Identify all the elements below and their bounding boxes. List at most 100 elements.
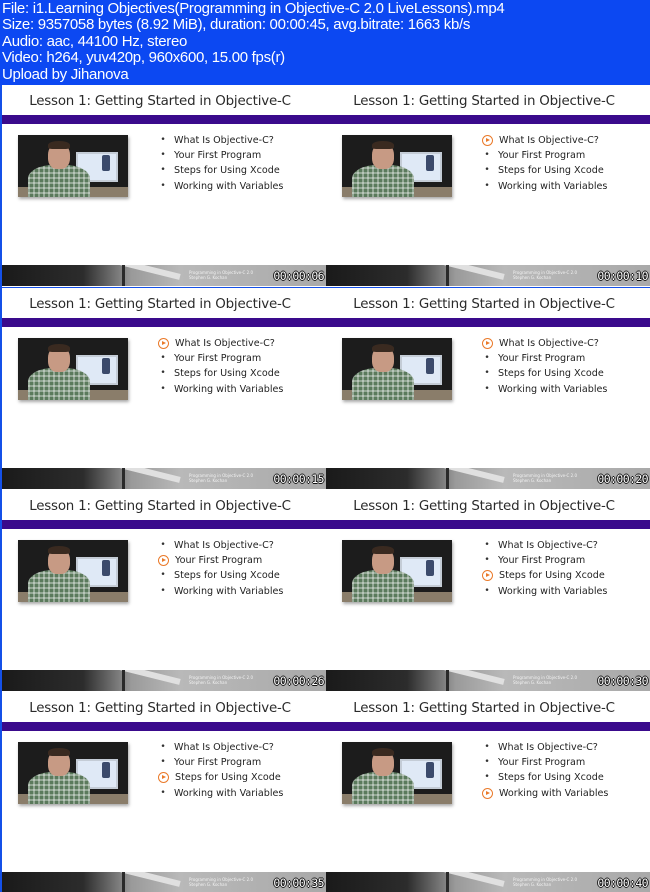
objective-item: • What Is Objective-C? — [157, 740, 283, 755]
slide-footer-strip: Programming in Objective-C 2.0 Stephen G… — [326, 670, 650, 691]
presenter-body — [28, 165, 90, 197]
presenter-hair — [48, 344, 70, 352]
objectives-list: What Is Objective-C? • Your First Program… — [157, 336, 283, 397]
objective-label: Working with Variables — [174, 180, 284, 192]
video-frame-00-00-10[interactable]: Lesson 1: Getting Started in Objective-C… — [326, 85, 650, 287]
objective-label: What Is Objective-C? — [174, 540, 274, 551]
bullet-icon: • — [160, 150, 166, 161]
phone-image — [426, 358, 434, 374]
footer-decor-beam — [367, 670, 505, 685]
footer-author: Stephen G. Kochan — [189, 680, 228, 685]
bullet-icon: • — [160, 540, 166, 550]
bullet-icon: • — [160, 180, 166, 191]
bullet-icon: • — [484, 555, 490, 566]
footer-course-text: Programming in Objective-C 2.0 Stephen G… — [189, 473, 253, 483]
objective-label: Working with Variables — [498, 180, 608, 192]
video-frame-00-00-26[interactable]: Lesson 1: Getting Started in Objective-C… — [2, 490, 326, 692]
footer-decor-beam — [43, 265, 181, 280]
bullet-icon: • — [484, 165, 490, 176]
footer-author: Stephen G. Kochan — [513, 680, 552, 685]
objective-item: • Your First Program — [481, 148, 607, 163]
footer-author: Stephen G. Kochan — [189, 478, 228, 483]
objective-item: What Is Objective-C? — [481, 133, 607, 148]
video-info-line: Video: h264, yuv420p, 960x600, 15.00 fps… — [2, 49, 285, 67]
footer-course-text: Programming in Objective-C 2.0 Stephen G… — [189, 877, 253, 887]
objective-item: • Working with Variables — [157, 179, 283, 194]
play-circle-icon — [158, 772, 169, 784]
presenter-video-thumbnail — [342, 135, 452, 197]
title-underline-bar — [326, 318, 650, 327]
footer-author: Stephen G. Kochan — [189, 275, 228, 280]
video-frame-00-00-06[interactable]: Lesson 1: Getting Started in Objective-C… — [2, 85, 326, 287]
bullet-icon: • — [484, 368, 490, 379]
play-circle-icon — [158, 555, 169, 567]
phone-image — [102, 358, 110, 374]
bullet-icon: • — [160, 570, 166, 581]
objective-label: What Is Objective-C? — [498, 742, 598, 753]
objective-item: Steps for Using Xcode — [157, 770, 283, 785]
objective-item: • Your First Program — [481, 351, 607, 366]
play-circle-icon — [482, 570, 493, 582]
video-frame-00-00-40[interactable]: Lesson 1: Getting Started in Objective-C… — [326, 692, 650, 892]
presenter-body — [352, 165, 414, 197]
footer-decor-post — [122, 670, 125, 691]
slide-title: Lesson 1: Getting Started in Objective-C — [29, 297, 291, 312]
objective-label: Steps for Using Xcode — [498, 368, 604, 380]
objectives-list: • What Is Objective-C? • Your First Progra… — [481, 538, 607, 599]
frame-timestamp: 00:00:06 — [273, 269, 324, 283]
footer-author: Stephen G. Kochan — [189, 882, 228, 887]
objective-label: Steps for Using Xcode — [174, 368, 280, 380]
bullet-icon: • — [160, 742, 166, 752]
objective-item: What Is Objective-C? — [481, 336, 607, 351]
bullet-icon: • — [160, 757, 166, 768]
phone-image — [426, 155, 434, 171]
objective-label: Working with Variables — [174, 383, 284, 395]
play-circle-icon — [482, 135, 493, 147]
frame-timestamp: 00:00:30 — [597, 674, 648, 688]
title-underline-bar — [2, 520, 326, 529]
video-frame-00-00-20[interactable]: Lesson 1: Getting Started in Objective-C… — [326, 288, 650, 490]
objective-label: Steps for Using Xcode — [175, 772, 281, 784]
footer-decor-post — [122, 468, 125, 489]
objective-label: Working with Variables — [498, 383, 608, 395]
objectives-list: What Is Objective-C? • Your First Program… — [481, 336, 607, 397]
slide-title: Lesson 1: Getting Started in Objective-C — [353, 499, 615, 514]
objective-item: • Working with Variables — [481, 584, 607, 599]
objective-label: Working with Variables — [174, 585, 284, 597]
file-info-header: File: i1.Learning Objectives(Programming… — [0, 0, 650, 85]
footer-decor-post — [122, 872, 125, 892]
video-frame-00-00-30[interactable]: Lesson 1: Getting Started in Objective-C… — [326, 490, 650, 692]
objective-label: Your First Program — [174, 757, 262, 769]
objective-label: Your First Program — [174, 150, 262, 162]
phone-image — [102, 560, 110, 576]
objective-label: Steps for Using Xcode — [174, 165, 280, 177]
presenter-hair — [48, 546, 70, 554]
bullet-icon: • — [160, 353, 166, 364]
frame-timestamp: 00:00:15 — [273, 472, 324, 486]
title-underline-bar — [2, 318, 326, 327]
presenter-hair — [372, 546, 394, 554]
bullet-icon: • — [484, 585, 490, 596]
phone-image — [426, 560, 434, 576]
video-frame-00-00-15[interactable]: Lesson 1: Getting Started in Objective-C… — [2, 288, 326, 490]
slide-title: Lesson 1: Getting Started in Objective-C — [353, 701, 615, 716]
slide-title: Lesson 1: Getting Started in Objective-C — [29, 701, 291, 716]
phone-image — [102, 762, 110, 778]
phone-image — [102, 155, 110, 171]
footer-course-text: Programming in Objective-C 2.0 Stephen G… — [513, 877, 577, 887]
presenter-body — [352, 772, 414, 804]
bullet-icon: • — [160, 135, 166, 145]
video-frame-00-00-35[interactable]: Lesson 1: Getting Started in Objective-C… — [2, 692, 326, 892]
title-underline-bar — [326, 520, 650, 529]
slide-title: Lesson 1: Getting Started in Objective-C — [353, 94, 615, 109]
file-size-line: Size: 9357058 bytes (8.92 MiB), duration… — [2, 16, 471, 34]
objective-item: • Steps for Using Xcode — [481, 770, 608, 785]
phone-image — [426, 762, 434, 778]
slide-footer-strip: Programming in Objective-C 2.0 Stephen G… — [2, 265, 326, 286]
footer-decor-beam — [367, 265, 505, 280]
bullet-icon: • — [160, 368, 166, 379]
frame-timestamp: 00:00:26 — [273, 674, 324, 688]
objective-item: Steps for Using Xcode — [481, 568, 607, 583]
bullet-icon: • — [484, 772, 490, 783]
bullet-icon: • — [484, 180, 490, 191]
